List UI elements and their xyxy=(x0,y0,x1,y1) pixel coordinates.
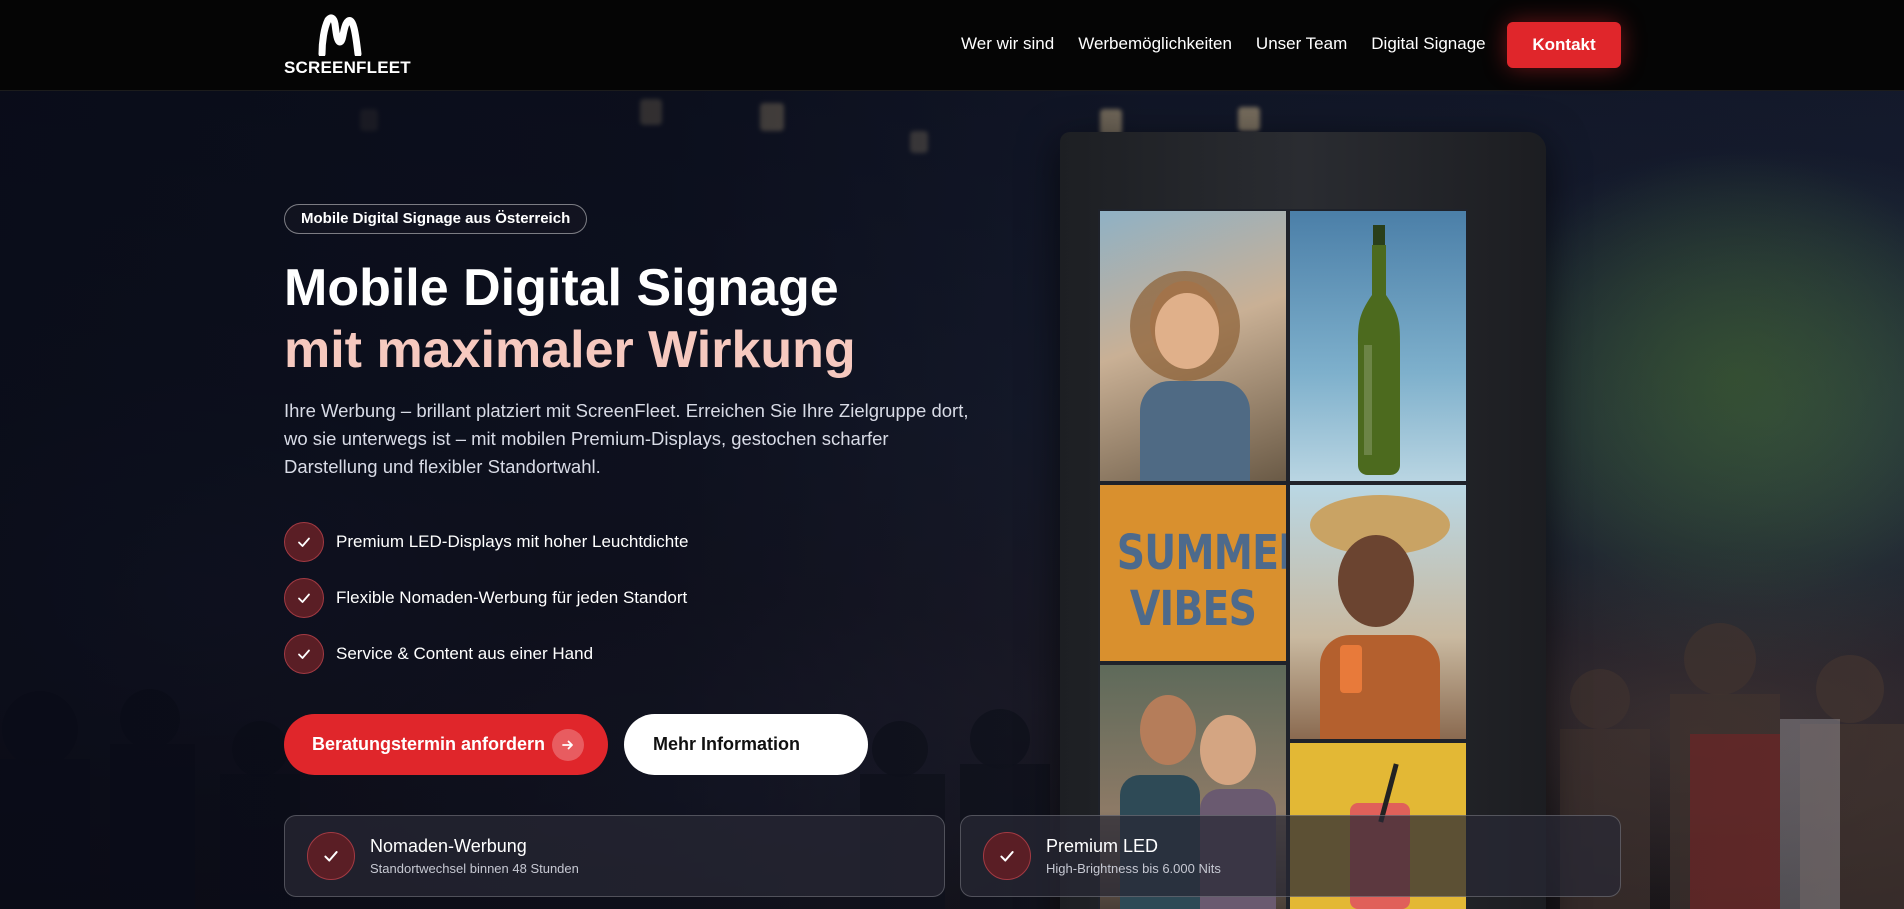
card-subtitle: Standortwechsel binnen 48 Stunden xyxy=(370,861,579,876)
bottle-graphic xyxy=(1358,225,1400,475)
summer-vibes-text: SUMMER VIBES xyxy=(1116,525,1286,637)
stage-light xyxy=(760,103,784,131)
screen-tile-summer-vibes: SUMMER VIBES xyxy=(1100,485,1286,661)
more-information-button[interactable]: Mehr Information xyxy=(624,714,868,775)
check-icon xyxy=(284,634,324,674)
top-navigation: SCREENFLEET Wer wir sind Werbemöglichkei… xyxy=(0,0,1904,91)
check-icon xyxy=(983,832,1031,880)
info-card-nomaden: Nomaden-Werbung Standortwechsel binnen 4… xyxy=(284,815,945,897)
stage-light xyxy=(910,131,928,153)
screen-tile-woman-sunglasses xyxy=(1100,211,1286,481)
request-consultation-label: Beratungstermin anfordern xyxy=(312,734,546,754)
screen-tile-bottle xyxy=(1290,211,1466,481)
stage-light xyxy=(360,109,378,131)
card-title: Nomaden-Werbung xyxy=(370,836,527,856)
card-subtitle: High-Brightness bis 6.000 Nits xyxy=(1046,861,1221,876)
background-trees xyxy=(1484,151,1904,611)
feature-label: Premium LED-Displays mit hoher Leuchtdic… xyxy=(336,532,689,551)
headline-line-1: Mobile Digital Signage xyxy=(284,259,839,317)
nav-link-werbemoeglichkeiten[interactable]: Werbemöglichkeiten xyxy=(1078,34,1232,54)
check-icon xyxy=(307,832,355,880)
feature-list: Premium LED-Displays mit hoher Leuchtdic… xyxy=(284,522,688,690)
stage-light xyxy=(640,99,662,125)
screen-tile-woman-hat xyxy=(1290,485,1466,739)
check-icon xyxy=(284,578,324,618)
display-screen: SUMMER VIBES xyxy=(1098,209,1468,909)
main-menu: Wer wir sind Werbemöglichkeiten Unser Te… xyxy=(961,34,1486,54)
feature-label: Flexible Nomaden-Werbung für jeden Stand… xyxy=(336,588,688,607)
hero-headline: Mobile Digital Signage mit maximaler Wir… xyxy=(284,256,856,380)
card-title: Premium LED xyxy=(1046,836,1159,856)
nav-link-unser-team[interactable]: Unser Team xyxy=(1256,34,1347,54)
arrow-right-icon xyxy=(552,729,584,761)
request-consultation-button[interactable]: Beratungstermin anfordern xyxy=(284,714,608,775)
feature-label: Service & Content aus einer Hand xyxy=(336,644,594,663)
stage-light xyxy=(1238,107,1260,131)
hero-badge: Mobile Digital Signage aus Österreich xyxy=(284,204,588,234)
contact-button[interactable]: Kontakt xyxy=(1507,22,1621,68)
headline-line-2: mit maximaler Wirkung xyxy=(284,321,856,379)
check-icon xyxy=(284,522,324,562)
info-card-premium-led: Premium LED High-Brightness bis 6.000 Ni… xyxy=(960,815,1621,897)
brand-logo[interactable]: SCREENFLEET xyxy=(284,14,411,78)
feature-item: Flexible Nomaden-Werbung für jeden Stand… xyxy=(284,578,688,618)
nav-link-wer-wir-sind[interactable]: Wer wir sind xyxy=(961,34,1054,54)
feature-item: Premium LED-Displays mit hoher Leuchtdic… xyxy=(284,522,688,562)
logo-wordmark: SCREENFLEET xyxy=(284,58,411,77)
logo-mark-icon xyxy=(318,14,362,56)
nav-link-digital-signage[interactable]: Digital Signage xyxy=(1371,34,1485,54)
feature-item: Service & Content aus einer Hand xyxy=(284,634,688,674)
hero-lead-text: Ihre Werbung – brillant platziert mit Sc… xyxy=(284,400,969,477)
